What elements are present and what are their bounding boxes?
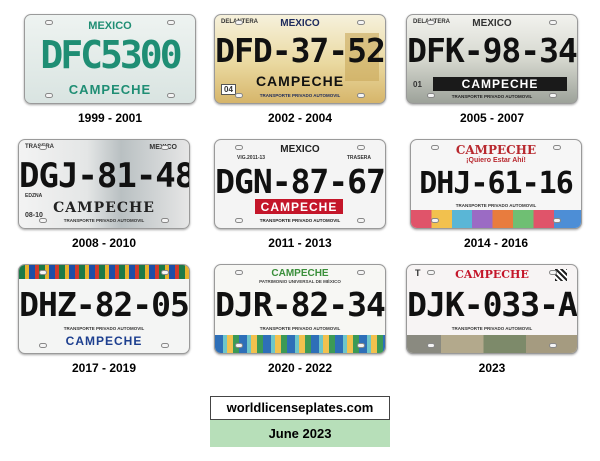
bolt-hole-icon <box>235 343 243 348</box>
bolt-hole-icon <box>431 145 439 150</box>
plate-number: DFC5300 <box>40 33 182 77</box>
plate-usage: TRANSPORTE PRIVADO AUTOMOVIL <box>451 94 533 99</box>
plate-years: 1999 - 2001 <box>77 111 143 125</box>
license-plate-image: DHZ-82-05 TRANSPORTE PRIVADO AUTOMOVIL C… <box>18 264 190 354</box>
date-label: June 2023 <box>210 420 390 447</box>
plate-card: DHZ-82-05 TRANSPORTE PRIVADO AUTOMOVIL C… <box>14 264 194 375</box>
bolt-hole-icon <box>161 343 169 348</box>
bolt-hole-icon <box>45 93 53 98</box>
bolt-hole-icon <box>39 145 47 150</box>
plate-years: 2020 - 2022 <box>267 361 333 375</box>
plate-card: CAMPECHE ¡Quiero Estar Ahí! DHJ-61-16 TR… <box>406 139 586 250</box>
plate-card: TRASERA MEXICO DGJ-81-48 CAMPECHE TRANSP… <box>14 139 194 250</box>
bolt-hole-icon <box>357 20 365 25</box>
plate-years: 2008 - 2010 <box>71 236 137 250</box>
bolt-hole-icon <box>549 20 557 25</box>
plate-years: 2011 - 2013 <box>268 236 332 250</box>
plate-card: T CAMPECHE DJK-033-A TRANSPORTE PRIVADO … <box>402 264 582 375</box>
bolt-hole-icon <box>549 270 557 275</box>
plate-number: DJK-033-A <box>407 285 577 324</box>
bolt-hole-icon <box>161 270 169 275</box>
plate-card: DELANTERA MEXICO DFK-98-34 CAMPECHE TRAN… <box>402 14 582 125</box>
plate-slogan: ¡Quiero Estar Ahí! <box>466 157 526 164</box>
plate-usage: TRANSPORTE PRIVADO AUTOMOVIL <box>455 203 537 208</box>
plate-number: DFK-98-34 <box>407 31 577 70</box>
bolt-hole-icon <box>431 218 439 223</box>
plate-usage: TRANSPORTE PRIVADO AUTOMOVIL <box>259 93 341 98</box>
plate-years: 2005 - 2007 <box>459 111 525 125</box>
plate-validity: VIG.2011-13 <box>237 155 266 161</box>
bolt-hole-icon <box>39 270 47 275</box>
plate-number: DJR-82-34 <box>215 285 385 324</box>
plate-card: CAMPECHE PATRIMONIO UNIVERSAL DE MÉXICO … <box>210 264 390 375</box>
bolt-hole-icon <box>167 20 175 25</box>
validation-sticker: 01 <box>413 80 422 89</box>
plate-years: 2002 - 2004 <box>267 111 333 125</box>
bolt-hole-icon <box>427 270 435 275</box>
bolt-hole-icon <box>357 145 365 150</box>
plate-number: DHJ-61-16 <box>419 166 574 201</box>
bolt-hole-icon <box>357 343 365 348</box>
plate-number: DHZ-82-05 <box>19 285 189 324</box>
plate-usage: TRANSPORTE PRIVADO AUTOMOVIL <box>259 218 341 223</box>
bolt-hole-icon <box>427 343 435 348</box>
plate-state: CAMPECHE <box>260 200 338 214</box>
bolt-hole-icon <box>235 270 243 275</box>
license-plate-image: T CAMPECHE DJK-033-A TRANSPORTE PRIVADO … <box>406 264 578 354</box>
plate-subtitle: PATRIMONIO UNIVERSAL DE MÉXICO <box>259 279 341 284</box>
plate-card: MEXICO VIG.2011-13 TRASERA DGN-87-67 CAM… <box>210 139 390 250</box>
license-plate-image: CAMPECHE ¡Quiero Estar Ahí! DHJ-61-16 TR… <box>410 139 582 229</box>
license-plate-image: DELANTERA MEXICO DFD-37-52 CAMPECHE TRAN… <box>214 14 386 104</box>
license-plate-image: MEXICO VIG.2011-13 TRASERA DGN-87-67 CAM… <box>214 139 386 229</box>
site-label: EDZNA <box>25 193 43 199</box>
bolt-hole-icon <box>549 343 557 348</box>
website-label: worldlicenseplates.com <box>210 396 390 420</box>
plate-usage: TRANSPORTE PRIVADO AUTOMOVIL <box>63 326 145 331</box>
license-plate-image: MEXICO DFC5300 CAMPECHE <box>24 14 196 104</box>
bolt-hole-icon <box>39 343 47 348</box>
plate-state: CAMPECHE <box>53 200 155 216</box>
license-plate-image: TRASERA MEXICO DGJ-81-48 CAMPECHE TRANSP… <box>18 139 190 229</box>
plate-card: MEXICO DFC5300 CAMPECHE 1999 - 2001 <box>20 14 200 125</box>
bolt-hole-icon <box>167 93 175 98</box>
bolt-hole-icon <box>161 145 169 150</box>
bolt-hole-icon <box>235 145 243 150</box>
license-plate-image: DELANTERA MEXICO DFK-98-34 CAMPECHE TRAN… <box>406 14 578 104</box>
plate-number: DGN-87-67 <box>215 162 385 201</box>
bolt-hole-icon <box>553 218 561 223</box>
bolt-hole-icon <box>45 20 53 25</box>
plate-card: DELANTERA MEXICO DFD-37-52 CAMPECHE TRAN… <box>210 14 390 125</box>
plate-number: DFD-37-52 <box>215 31 385 70</box>
bolt-hole-icon <box>357 270 365 275</box>
plate-years: 2014 - 2016 <box>463 236 529 250</box>
plate-years: 2017 - 2019 <box>71 361 137 375</box>
license-plate-image: CAMPECHE PATRIMONIO UNIVERSAL DE MÉXICO … <box>214 264 386 354</box>
plate-number: DGJ-81-48 <box>19 156 190 196</box>
plate-usage: TRANSPORTE PRIVADO AUTOMOVIL <box>451 326 533 331</box>
bolt-hole-icon <box>553 145 561 150</box>
bolt-hole-icon <box>427 20 435 25</box>
plate-state: CAMPECHE <box>255 73 345 89</box>
plate-usage: TRANSPORTE PRIVADO AUTOMOVIL <box>63 218 145 223</box>
plate-state: CAMPECHE <box>461 77 539 91</box>
plate-usage: TRANSPORTE PRIVADO AUTOMOVIL <box>259 326 341 331</box>
bolt-hole-icon <box>235 20 243 25</box>
plate-years: 2023 <box>478 361 506 375</box>
